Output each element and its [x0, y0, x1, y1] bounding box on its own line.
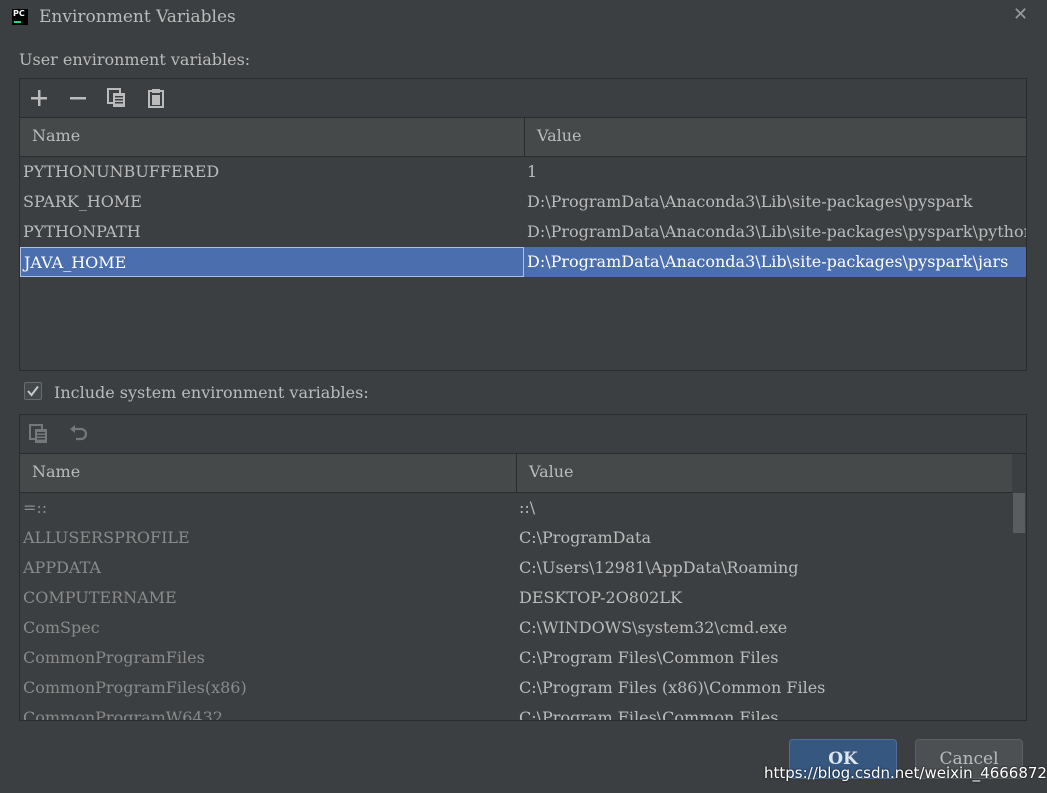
system-env-rows: =:: ::\ ALLUSERSPROFILE C:\ProgramData A… [20, 493, 1026, 720]
copy-icon[interactable] [28, 423, 50, 445]
close-icon[interactable]: ✕ [1013, 4, 1028, 25]
var-name[interactable]: CommonProgramFiles(x86) [20, 673, 516, 703]
pycharm-logo-icon: PC [12, 9, 28, 25]
var-name[interactable]: COMPUTERNAME [20, 583, 516, 613]
var-value[interactable]: D:\ProgramData\Anaconda3\Lib\site-packag… [524, 187, 1026, 217]
system-env-toolbar [20, 415, 1026, 454]
var-value[interactable]: D:\ProgramData\Anaconda3\Lib\site-packag… [524, 217, 1026, 247]
table-row[interactable]: CommonProgramW6432 C:\Program Files\Comm… [20, 703, 1026, 720]
table-row[interactable]: ComSpec C:\WINDOWS\system32\cmd.exe [20, 613, 1026, 643]
app-icon-text: PC [13, 9, 25, 18]
var-value[interactable]: DESKTOP-2O802LK [516, 583, 1016, 613]
table-row[interactable]: SPARK_HOME D:\ProgramData\Anaconda3\Lib\… [20, 187, 1026, 217]
table-row[interactable]: COMPUTERNAME DESKTOP-2O802LK [20, 583, 1026, 613]
var-name[interactable]: JAVA_HOME [20, 247, 524, 277]
table-row-selected[interactable]: JAVA_HOME D:\ProgramData\Anaconda3\Lib\s… [20, 247, 1026, 277]
column-header-value[interactable]: Value [517, 454, 1012, 492]
var-value[interactable]: C:\Users\12981\AppData\Roaming [516, 553, 1016, 583]
var-value[interactable]: 1 [524, 157, 1026, 187]
column-header-name[interactable]: Name [20, 454, 517, 492]
var-value[interactable]: C:\Program Files\Common Files [516, 643, 1016, 673]
var-name[interactable]: CommonProgramFiles [20, 643, 516, 673]
user-env-table-header: Name Value [20, 118, 1026, 157]
title-bar: PC Environment Variables ✕ [0, 0, 1047, 36]
var-name[interactable]: SPARK_HOME [20, 187, 524, 217]
table-row[interactable]: APPDATA C:\Users\12981\AppData\Roaming [20, 553, 1026, 583]
user-env-label: User environment variables: [19, 50, 251, 69]
user-env-toolbar [20, 79, 1026, 118]
table-row[interactable]: PYTHONUNBUFFERED 1 [20, 157, 1026, 187]
var-name[interactable]: ALLUSERSPROFILE [20, 523, 516, 553]
var-value[interactable]: D:\ProgramData\Anaconda3\Lib\site-packag… [524, 247, 1026, 277]
var-value[interactable]: ::\ [516, 493, 1016, 523]
var-value[interactable]: C:\WINDOWS\system32\cmd.exe [516, 613, 1016, 643]
table-row[interactable]: PYTHONPATH D:\ProgramData\Anaconda3\Lib\… [20, 217, 1026, 247]
var-name[interactable]: APPDATA [20, 553, 516, 583]
user-env-panel: Name Value PYTHONUNBUFFERED 1 SPARK_HOME… [19, 78, 1027, 371]
system-env-table-header: Name Value [20, 454, 1026, 493]
remove-icon[interactable] [67, 87, 89, 109]
table-row[interactable]: CommonProgramFiles(x86) C:\Program Files… [20, 673, 1026, 703]
column-header-value[interactable]: Value [525, 118, 1025, 156]
var-value[interactable]: C:\Program Files (x86)\Common Files [516, 673, 1016, 703]
copy-icon[interactable] [106, 87, 128, 109]
var-name[interactable]: PYTHONPATH [20, 217, 524, 247]
paste-icon[interactable] [145, 87, 167, 109]
table-row[interactable]: CommonProgramFiles C:\Program Files\Comm… [20, 643, 1026, 673]
undo-icon[interactable] [67, 423, 89, 445]
var-name[interactable]: CommonProgramW6432 [20, 703, 516, 720]
var-name[interactable]: =:: [20, 493, 516, 523]
var-name[interactable]: ComSpec [20, 613, 516, 643]
var-name[interactable]: PYTHONUNBUFFERED [20, 157, 524, 187]
var-value[interactable]: C:\ProgramData [516, 523, 1016, 553]
window-title: Environment Variables [39, 7, 236, 27]
var-value[interactable]: C:\Program Files\Common Files [516, 703, 1016, 720]
column-header-name[interactable]: Name [20, 118, 525, 156]
system-env-panel: Name Value =:: ::\ ALLUSERSPROFILE C:\Pr… [19, 414, 1027, 721]
include-system-label[interactable]: Include system environment variables: [54, 383, 369, 402]
table-row[interactable]: ALLUSERSPROFILE C:\ProgramData [20, 523, 1026, 553]
table-row[interactable]: =:: ::\ [20, 493, 1026, 523]
include-system-checkbox[interactable] [24, 382, 42, 400]
user-env-rows: PYTHONUNBUFFERED 1 SPARK_HOME D:\Program… [20, 157, 1026, 277]
watermark-url: https://blog.csdn.net/weixin_46668726 [764, 764, 1047, 782]
add-icon[interactable] [28, 87, 50, 109]
